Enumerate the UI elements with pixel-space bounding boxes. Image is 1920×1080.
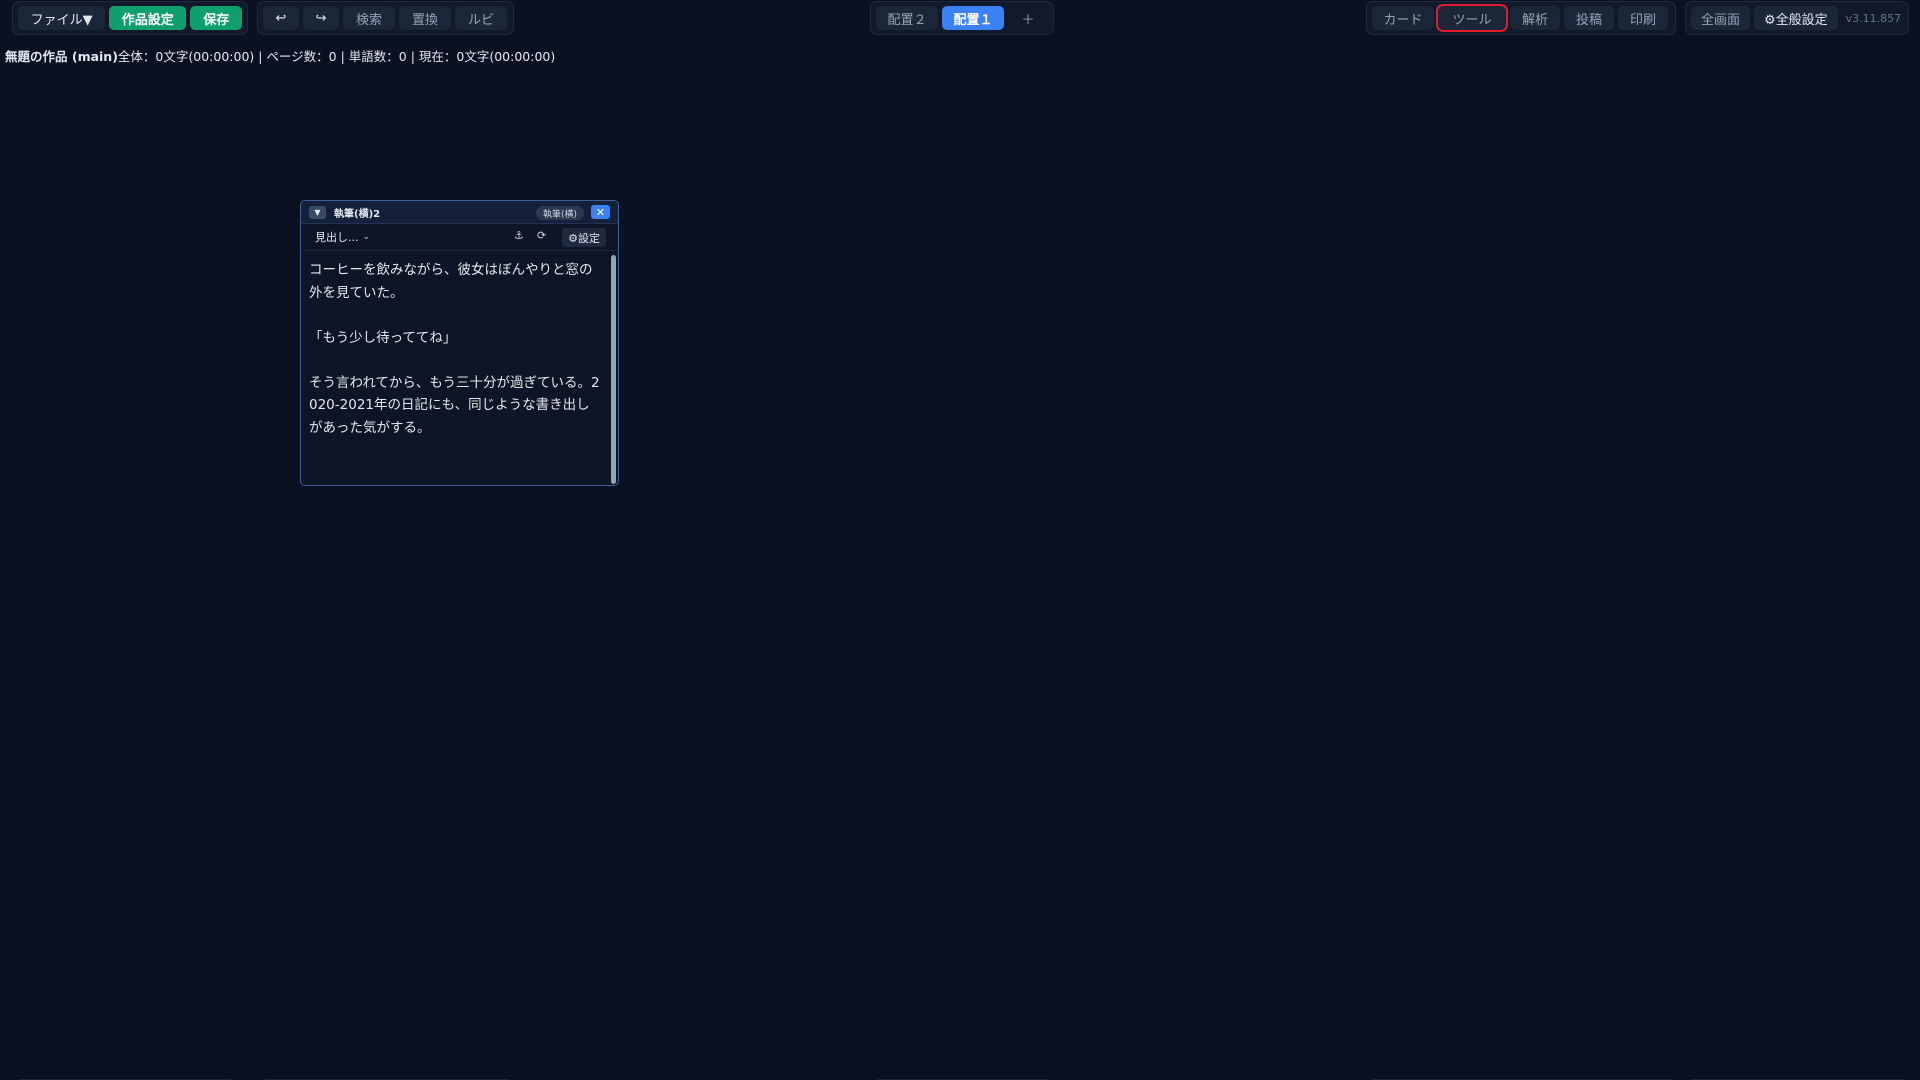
panel-mode-badge[interactable]: 執筆(横) xyxy=(535,206,584,220)
heading-select-value: 見出し... xyxy=(315,231,359,244)
chevron-down-icon: ⌄ xyxy=(362,232,371,242)
print-button[interactable]: 印刷 xyxy=(1618,6,1668,30)
status-bar: 無題の作品 (main)全体：0文字(00:00:00) | ページ数：0 | … xyxy=(5,46,555,65)
layout-tabs-group: 配置２ 配置１ ＋ xyxy=(870,1,1054,35)
ruby-button[interactable]: ルビ xyxy=(455,6,507,30)
heading-select[interactable]: 見出し... ⌄ xyxy=(309,227,377,247)
collapse-icon[interactable]: ▼ xyxy=(309,205,326,219)
view-nav-group: カード ツール 解析 投稿 印刷 xyxy=(1366,1,1676,35)
tool-button[interactable]: ツール xyxy=(1436,4,1508,32)
redo-icon[interactable]: ↪ xyxy=(303,6,339,30)
panel-title: 執筆(横)2 xyxy=(334,208,381,220)
work-title: 無題の作品 (main) xyxy=(5,49,118,64)
editor-scrollbar[interactable] xyxy=(611,255,616,484)
editor-panel[interactable]: ▼ 執筆(横)2 執筆(横) ✕ 見出し... ⌄ ⚓ ⟳ ⚙設定 コーヒーを飲… xyxy=(300,200,619,486)
work-stats: 全体：0文字(00:00:00) | ページ数：0 | 単語数：0 | 現在：0… xyxy=(117,49,556,64)
add-layout-button[interactable]: ＋ xyxy=(1008,6,1048,30)
version-label: v3.11.857 xyxy=(1845,11,1902,25)
work-settings-button[interactable]: 作品設定 xyxy=(109,6,187,30)
tab-layout-2[interactable]: 配置２ xyxy=(876,6,938,30)
file-toolbar-group: ファイル▼ 作品設定 保存 xyxy=(12,1,248,35)
panel-header[interactable]: ▼ 執筆(横)2 執筆(横) ✕ xyxy=(301,201,618,224)
anchor-icon[interactable]: ⚓ xyxy=(514,229,524,242)
file-menu-button[interactable]: ファイル▼ xyxy=(18,6,106,30)
panel-settings-button[interactable]: ⚙設定 xyxy=(562,228,606,247)
general-settings-button[interactable]: ⚙全般設定 xyxy=(1754,6,1838,30)
panel-toolbar: 見出し... ⌄ ⚓ ⟳ ⚙設定 xyxy=(301,224,618,251)
edit-toolbar-group: ↩ ↪ 検索 置換 ルビ xyxy=(257,1,514,35)
replace-button[interactable]: 置換 xyxy=(399,6,451,30)
editor-text-area[interactable]: コーヒーを飲みながら、彼女はぼんやりと窓の外を見ていた。 「もう少し待っててね」… xyxy=(301,252,608,485)
settings-group: 全画面 ⚙全般設定 v3.11.857 xyxy=(1685,1,1909,35)
post-button[interactable]: 投稿 xyxy=(1564,6,1614,30)
refresh-icon[interactable]: ⟳ xyxy=(537,229,546,242)
close-icon[interactable]: ✕ xyxy=(591,205,610,219)
card-button[interactable]: カード xyxy=(1372,6,1434,30)
save-button[interactable]: 保存 xyxy=(190,6,242,30)
analysis-button[interactable]: 解析 xyxy=(1510,6,1560,30)
tab-layout-1[interactable]: 配置１ xyxy=(942,6,1004,30)
search-button[interactable]: 検索 xyxy=(343,6,395,30)
undo-icon[interactable]: ↩ xyxy=(263,6,299,30)
fullscreen-button[interactable]: 全画面 xyxy=(1691,6,1751,30)
